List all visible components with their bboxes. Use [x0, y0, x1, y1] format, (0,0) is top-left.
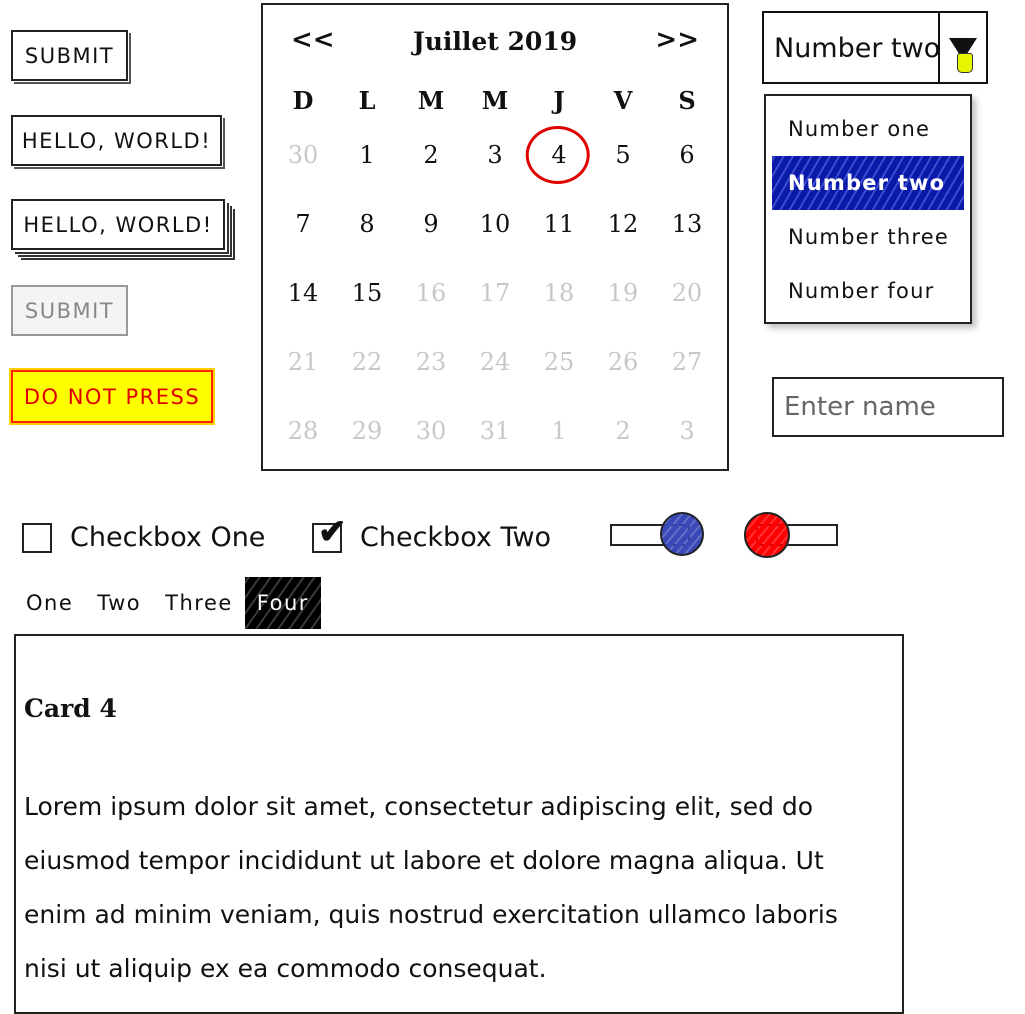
toggle-knob[interactable] [660, 512, 704, 556]
calendar-day[interactable]: 8 [335, 189, 399, 258]
checkbox-one-box[interactable] [22, 522, 52, 553]
calendar-day[interactable]: 1 [527, 396, 591, 465]
day-of-week-header: J [553, 85, 565, 115]
checkbox-two-box[interactable]: ✔ [312, 515, 347, 553]
calendar-day[interactable]: 2 [591, 396, 655, 465]
tab-two[interactable]: Two [85, 577, 153, 629]
select-option[interactable]: Number four [772, 264, 964, 318]
tab-bar: One Two Three Four [14, 577, 321, 629]
hello-world-button[interactable]: HELLO, WORLD! [11, 115, 222, 166]
calendar-day[interactable]: 7 [271, 189, 335, 258]
calendar-day[interactable]: 14 [271, 258, 335, 327]
checkmark-icon: ✔ [318, 512, 347, 551]
tab-one[interactable]: One [14, 577, 85, 629]
calendar-day[interactable]: 5 [591, 120, 655, 189]
calendar-header: << Juillet 2019 >> [263, 25, 727, 65]
calendar-day[interactable]: 30 [399, 396, 463, 465]
day-of-week-header: D [292, 85, 314, 115]
day-of-week-header: L [358, 85, 376, 115]
name-field-wrapper [772, 377, 1004, 437]
calendar-day[interactable]: 24 [463, 327, 527, 396]
calendar-day[interactable]: 26 [591, 327, 655, 396]
tab-four[interactable]: Four [244, 577, 321, 629]
submit-button[interactable]: SUBMIT [11, 30, 128, 81]
calendar-day[interactable]: 16 [399, 258, 463, 327]
checkbox-one[interactable]: Checkbox One [22, 522, 265, 553]
calendar-day[interactable]: 17 [463, 258, 527, 327]
toggle-knob[interactable] [744, 512, 790, 558]
calendar-day[interactable]: 23 [399, 327, 463, 396]
calendar-day[interactable]: 6 [655, 120, 719, 189]
toggle-switch-on[interactable] [610, 510, 710, 560]
select-option[interactable]: Number two [772, 156, 964, 210]
calendar-day[interactable]: 13 [655, 189, 719, 258]
day-of-week-header: M [481, 85, 509, 115]
calendar-day[interactable]: 29 [335, 396, 399, 465]
day-of-week-header: V [613, 85, 633, 115]
calendar-day[interactable]: 15 [335, 258, 399, 327]
toggle-switch-off[interactable] [742, 510, 842, 560]
calendar: << Juillet 2019 >> D L M M J V S 30 1 2 3 4 5 6 7 8 9 10 1… [261, 3, 729, 471]
number-select[interactable]: Number two [762, 11, 988, 84]
calendar-day[interactable]: 10 [463, 189, 527, 258]
calendar-day[interactable]: 9 [399, 189, 463, 258]
calendar-day[interactable]: 3 [655, 396, 719, 465]
calendar-day[interactable]: 28 [271, 396, 335, 465]
calendar-day[interactable]: 31 [463, 396, 527, 465]
checkbox-two-label: Checkbox Two [360, 522, 552, 553]
calendar-day[interactable]: 11 [527, 189, 591, 258]
calendar-day[interactable]: 2 [399, 120, 463, 189]
select-option[interactable]: Number three [772, 210, 964, 264]
card-body-text: Lorem ipsum dolor sit amet, consectetur … [24, 792, 838, 983]
calendar-day[interactable]: 20 [655, 258, 719, 327]
tab-three[interactable]: Three [153, 577, 245, 629]
day-of-week-header: M [417, 85, 445, 115]
next-month-button[interactable]: >> [655, 25, 699, 55]
select-toggle-button[interactable] [938, 13, 986, 82]
calendar-day[interactable]: 3 [463, 120, 527, 189]
card-panel: Card 4 Lorem ipsum dolor sit amet, conse… [14, 634, 904, 1014]
calendar-day[interactable]: 22 [335, 327, 399, 396]
select-option[interactable]: Number one [772, 102, 964, 156]
select-value: Number two [774, 33, 941, 64]
card-title: Card 4 [24, 694, 117, 723]
calendar-day[interactable]: 30 [271, 120, 335, 189]
name-input[interactable] [774, 379, 1002, 435]
calendar-day[interactable]: 12 [591, 189, 655, 258]
checkbox-one-label: Checkbox One [70, 522, 266, 553]
pointer-hand-icon [957, 53, 973, 73]
calendar-day[interactable]: 18 [527, 258, 591, 327]
submit-disabled-button[interactable]: SUBMIT [11, 285, 128, 336]
calendar-grid: D L M M J V S 30 1 2 3 4 5 6 7 8 9 10 11 12 13 14 15 16 17 18 19 20… [271, 80, 719, 534]
calendar-day[interactable]: 27 [655, 327, 719, 396]
checkbox-two[interactable]: ✔ Checkbox Two [312, 515, 552, 553]
calendar-day[interactable]: 25 [527, 327, 591, 396]
hello-world-stacked-button[interactable]: HELLO, WORLD! [11, 199, 225, 250]
calendar-day-today[interactable]: 4 [527, 120, 591, 189]
calendar-day[interactable]: 21 [271, 327, 335, 396]
day-of-week-header: S [678, 85, 696, 115]
calendar-day[interactable]: 1 [335, 120, 399, 189]
do-not-press-button[interactable]: DO NOT PRESS [11, 370, 213, 423]
calendar-day[interactable]: 19 [591, 258, 655, 327]
select-dropdown-menu: Number one Number two Number three Number f… [764, 94, 972, 324]
